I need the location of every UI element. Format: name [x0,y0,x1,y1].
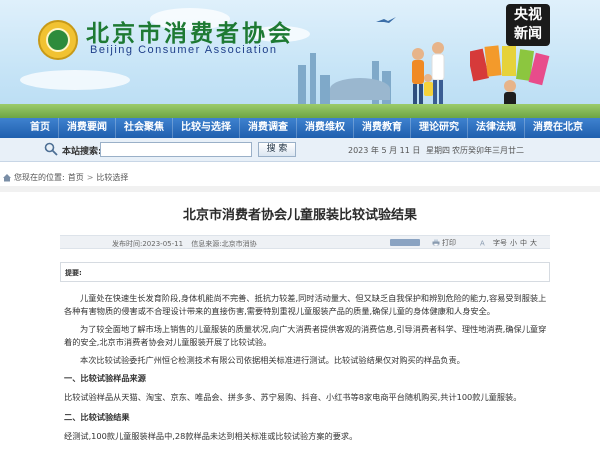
nav-item-laws[interactable]: 法律法规 [468,118,525,138]
article-meta-bar: 发布时间:2023-05-11 信息来源:北京市消协 打印 A 字号小中大 [60,235,550,249]
section-heading: 二、比较试验结果 [64,412,130,422]
share-bookmark-icon[interactable] [390,239,420,246]
font-size-icon: A [480,241,485,247]
article-body: 儿童处在快速生长发育阶段,身体机能尚不完善、抵抗力较差,同时活动量大、但又缺乏自… [64,292,550,450]
lunar-date: 农历癸卯年三月廿二 [452,146,524,155]
publish-date: 发布时间:2023-05-11 [112,240,184,248]
breadcrumb-prefix: 您现在的位置: [14,172,65,182]
breadcrumb-item-compare[interactable]: 比较选择 [96,172,128,183]
print-link[interactable]: 打印 [432,238,456,248]
section-heading: 一、比较试验样品来源 [64,373,146,383]
nav-item-consumer-survey[interactable]: 消费调查 [240,118,297,138]
main-nav: 首页 消费要闻 社会聚焦 比较与选择 消费调查 消费维权 消费教育 理论研究 法… [0,118,600,138]
summary-label: 提要: [65,269,82,277]
font-size-medium[interactable]: 中 [520,239,527,247]
grass-decoration [0,104,600,118]
logo-seal-icon [38,20,78,60]
article-paragraph: 为了较全面地了解市场上销售的儿童服装的质量状况,向广大消费者提供客观的消费信息,… [64,324,547,347]
current-date: 2023 年 5 月 11 日 [348,146,421,155]
nav-item-consumer-news[interactable]: 消费要闻 [59,118,116,138]
font-size-control: A 字号小中大 [480,238,537,248]
nav-item-home[interactable]: 首页 [0,118,59,138]
cloud-decoration [20,70,130,90]
summary-box: 提要: [60,262,550,282]
nav-item-rights-protection[interactable]: 消费维权 [297,118,354,138]
nav-item-theory-research[interactable]: 理论研究 [411,118,468,138]
breadcrumb-separator: > [86,172,94,182]
shopping-bags-illustration [470,45,550,110]
svg-text:A: A [480,241,485,247]
article-paragraph: 本次比较试验委托广州恒仑检测技术有限公司依据相关标准进行测试。比较试验结果仅对购… [80,355,465,365]
info-source: 信息来源:北京市消协 [191,240,257,248]
cctv-news-logo: 央视 新闻 [506,4,550,46]
nav-item-consumer-education[interactable]: 消费教育 [354,118,411,138]
search-button[interactable]: 搜 索 [258,142,296,157]
font-size-large[interactable]: 大 [530,239,537,247]
search-input[interactable] [100,142,252,157]
font-size-label: 字号 [493,239,507,247]
font-size-small[interactable]: 小 [510,239,517,247]
current-weekday: 星期四 [426,146,450,155]
search-bar: 本站搜索: 搜 索 2023 年 5 月 11 日 星期四 农历癸卯年三月廿二 [0,138,600,162]
breadcrumb-item-home[interactable]: 首页 [68,172,84,183]
printer-icon [432,239,440,246]
divider [0,186,600,192]
article-paragraph: 儿童处在快速生长发育阶段,身体机能尚不完善、抵抗力较差,同时活动量大、但又缺乏自… [64,293,547,316]
site-header: 北京市消费者协会 Beijing Consumer Association 央视 [0,0,600,118]
section-text: 比较试验样品从天猫、淘宝、京东、唯品会、拼多多、苏宁易购、抖音、小红书等8家电商… [64,392,522,402]
org-name-cn: 北京市消费者协会 [86,20,294,47]
nav-item-consume-in-beijing[interactable]: 消费在北京 [525,118,591,138]
home-icon [3,173,11,181]
search-icon [44,142,58,156]
stadium-illustration [330,78,390,100]
section-text: 经测试,100款儿童服装样品中,28款样品未达到相关标准或比较试验方案的要求。 [64,431,358,441]
nav-item-social-focus[interactable]: 社会聚焦 [116,118,173,138]
breadcrumb: 您现在的位置: 首页 > 比较选择 [0,170,131,184]
org-name-en: Beijing Consumer Association [90,44,278,56]
article-title: 北京市消费者协会儿童服装比较试验结果 [182,208,417,223]
nav-item-compare-choose[interactable]: 比较与选择 [173,118,240,138]
bird-icon [376,17,396,23]
search-label: 本站搜索: [62,147,102,157]
